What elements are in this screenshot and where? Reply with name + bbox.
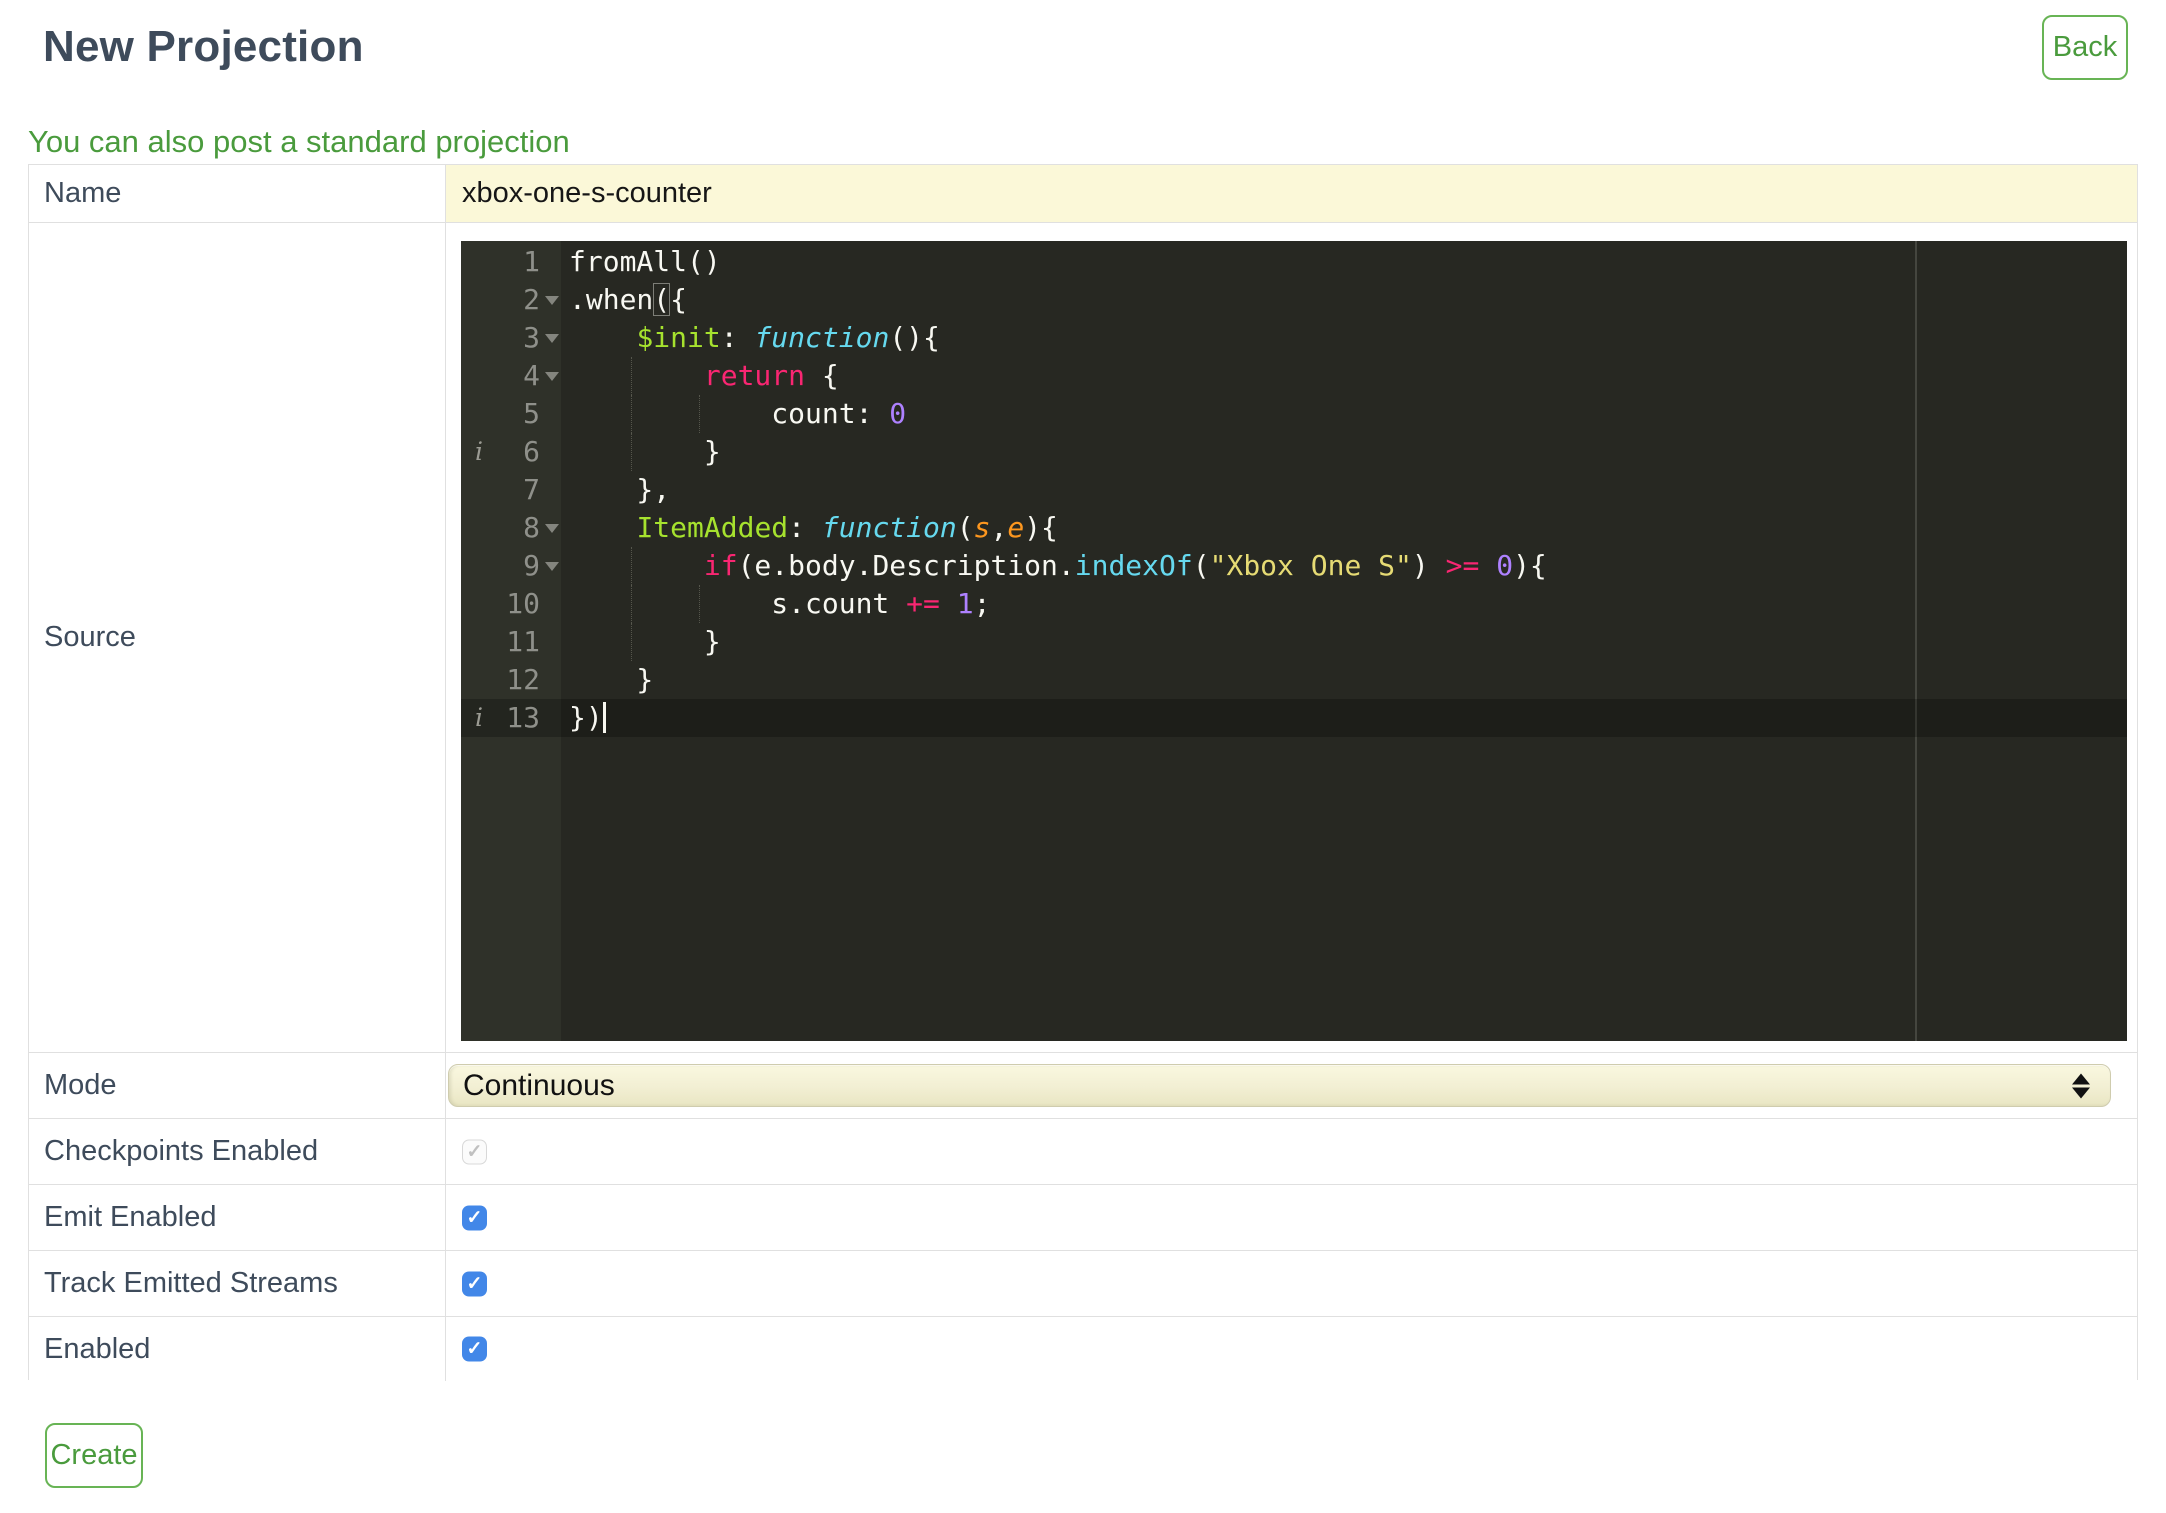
name-row: Name xbox-one-s-counter (29, 165, 2137, 223)
code-line-10[interactable]: 10 s.count += 1; (461, 585, 2127, 623)
text-cursor (602, 702, 606, 733)
new-projection-form: Name xbox-one-s-counter Source 1 fromAll(… (28, 164, 2138, 1381)
code-line-8[interactable]: 8 ItemAdded: function(s,e){ (461, 509, 2127, 547)
select-spinner-icon (2072, 1073, 2090, 1098)
emit-enabled-row: Emit Enabled ✓ (29, 1185, 2137, 1251)
page-title: New Projection (43, 22, 364, 71)
line-number: 11 (506, 625, 540, 658)
fold-arrow-icon[interactable] (545, 296, 559, 305)
line-number: 2 (523, 283, 540, 316)
line-number: 10 (506, 587, 540, 620)
create-button[interactable]: Create (45, 1423, 143, 1488)
code-text: } (569, 435, 721, 468)
mode-row: Mode Continuous (29, 1053, 2137, 1119)
code-text: }, (569, 473, 671, 506)
emit-enabled-label: Emit Enabled (29, 1185, 446, 1250)
mode-select[interactable]: Continuous (448, 1064, 2111, 1107)
track-emitted-streams-checkbox[interactable]: ✓ (462, 1271, 487, 1296)
enabled-label: Enabled (29, 1317, 446, 1381)
code-text: if(e.body.Description.indexOf("Xbox One … (703, 549, 1547, 582)
code-line-11[interactable]: 11 } (461, 623, 2127, 661)
code-line-6[interactable]: i6 } (461, 433, 2127, 471)
source-code-editor[interactable]: 1 fromAll() 2 .when({3 $init: function(){4 … (461, 241, 2127, 1041)
mode-label: Mode (29, 1053, 446, 1118)
code-text: fromAll() (569, 245, 721, 278)
code-text: }) (569, 699, 606, 737)
line-number: 9 (523, 549, 540, 582)
line-number: 4 (523, 359, 540, 392)
mode-cell: Continuous (446, 1053, 2137, 1118)
code-text: } (569, 663, 654, 696)
code-text: s.count += 1; (569, 587, 991, 620)
line-number: 8 (523, 511, 540, 544)
line-number: 13 (506, 701, 540, 734)
code-text: .when({ (569, 283, 688, 316)
source-cell: 1 fromAll() 2 .when({3 $init: function(){4 … (446, 223, 2137, 1052)
code-text: } (569, 625, 721, 658)
source-row: Source 1 fromAll() 2 .when({3 $init: functi… (29, 223, 2137, 1053)
line-number: 6 (523, 435, 540, 468)
code-text: return { (703, 359, 839, 392)
line-number: 7 (523, 473, 540, 506)
track-emitted-streams-row: Track Emitted Streams ✓ (29, 1251, 2137, 1317)
back-button[interactable]: Back (2042, 15, 2128, 80)
line-number: 1 (523, 245, 540, 278)
name-input[interactable]: xbox-one-s-counter (446, 165, 2137, 222)
checkpoints-enabled-label: Checkpoints Enabled (29, 1119, 446, 1184)
name-label: Name (29, 165, 446, 222)
fold-arrow-icon[interactable] (545, 372, 559, 381)
standard-projection-link[interactable]: You can also post a standard projection (28, 124, 570, 160)
checkpoints-enabled-row: Checkpoints Enabled ✓ (29, 1119, 2137, 1185)
code-line-1[interactable]: 1 fromAll() (461, 243, 2127, 281)
mode-selected-value: Continuous (463, 1068, 615, 1102)
enabled-checkbox[interactable]: ✓ (462, 1336, 487, 1362)
emit-enabled-checkbox[interactable]: ✓ (462, 1205, 487, 1230)
code-line-3[interactable]: 3 $init: function(){ (461, 319, 2127, 357)
code-line-9[interactable]: 9 if(e.body.Description.indexOf("Xbox On… (461, 547, 2127, 585)
line-number: 5 (523, 397, 540, 430)
code-line-5[interactable]: 5 count: 0 (461, 395, 2127, 433)
code-line-13[interactable]: i 13}) (461, 699, 2127, 737)
code-line-7[interactable]: 7 }, (461, 471, 2127, 509)
checkpoints-enabled-checkbox: ✓ (462, 1139, 487, 1164)
line-number: 3 (523, 321, 540, 354)
code-line-12[interactable]: 12 } (461, 661, 2127, 699)
code-text: count: 0 (569, 397, 907, 430)
code-text: $init: function(){ (636, 321, 940, 354)
code-text: ItemAdded: function(s,e){ (636, 511, 1058, 544)
source-label: Source (29, 223, 446, 1052)
code-line-2[interactable]: 2 .when({ (461, 281, 2127, 319)
fold-arrow-icon[interactable] (545, 562, 559, 571)
enabled-row: Enabled ✓ (29, 1317, 2137, 1381)
track-emitted-streams-label: Track Emitted Streams (29, 1251, 446, 1316)
code-line-4[interactable]: 4 return { (461, 357, 2127, 395)
fold-arrow-icon[interactable] (545, 524, 559, 533)
line-number: 12 (506, 663, 540, 696)
fold-arrow-icon[interactable] (545, 334, 559, 343)
